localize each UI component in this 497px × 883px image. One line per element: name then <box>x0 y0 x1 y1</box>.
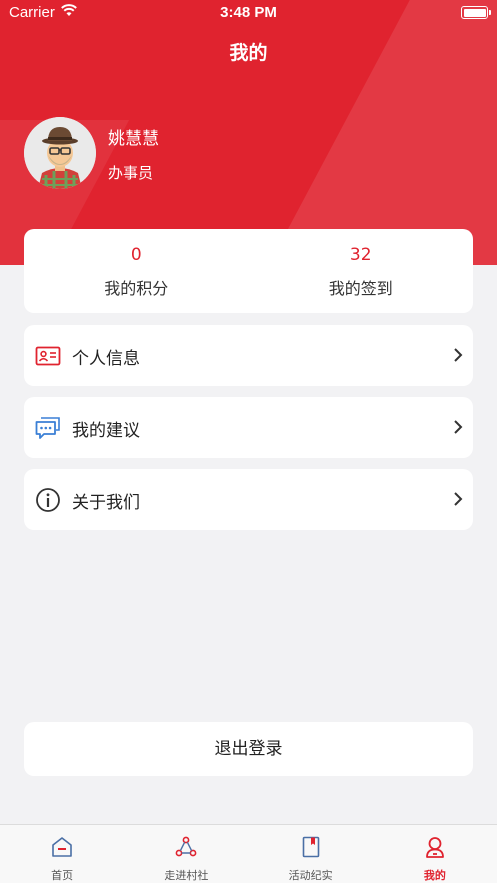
menu-item-my-suggestions[interactable]: 我的建议 <box>24 397 473 458</box>
tab-label: 我的 <box>423 869 446 882</box>
tab-bar: 首页 走进村社 活动纪实 我的 <box>0 824 497 883</box>
tab-mine[interactable]: 我的 <box>373 825 497 883</box>
chevron-right-icon <box>453 347 463 363</box>
checkin-stat[interactable]: 32 我的签到 <box>249 229 474 313</box>
checkin-value: 32 <box>349 245 372 265</box>
points-value: 0 <box>130 245 142 265</box>
info-circle-icon <box>35 487 61 513</box>
page-title: 我的 <box>229 42 268 64</box>
user-icon <box>423 835 447 859</box>
menu-label: 个人信息 <box>72 349 140 369</box>
checkin-label: 我的签到 <box>328 279 393 298</box>
id-card-icon <box>35 343 61 369</box>
community-icon <box>174 835 198 859</box>
stats-card: 0 我的积分 32 我的签到 <box>24 229 473 313</box>
tab-label: 走进村社 <box>164 869 209 882</box>
avatar[interactable] <box>24 117 96 189</box>
home-icon <box>50 835 74 859</box>
user-role: 办事员 <box>108 164 154 182</box>
chevron-right-icon <box>453 419 463 435</box>
status-time: 3:48 PM <box>220 4 277 21</box>
menu-label: 我的建议 <box>72 421 140 441</box>
tab-label: 首页 <box>51 869 74 882</box>
chevron-right-icon <box>453 491 463 507</box>
user-name: 姚慧慧 <box>108 129 159 149</box>
logout-button[interactable]: 退出登录 <box>24 722 473 776</box>
tab-community[interactable]: 走进村社 <box>124 825 248 883</box>
menu-item-about-us[interactable]: 关于我们 <box>24 469 473 530</box>
battery-icon <box>461 6 491 19</box>
points-label: 我的积分 <box>104 279 169 298</box>
tab-home[interactable]: 首页 <box>0 825 124 883</box>
status-bar: Carrier 3:48 PM <box>0 0 497 26</box>
chat-bubble-icon <box>35 415 61 441</box>
points-stat[interactable]: 0 我的积分 <box>24 229 249 313</box>
tab-label: 活动纪实 <box>288 869 333 882</box>
tab-activities[interactable]: 活动纪实 <box>249 825 373 883</box>
menu-label: 关于我们 <box>72 493 140 513</box>
bookmark-book-icon <box>299 835 323 859</box>
menu-item-personal-info[interactable]: 个人信息 <box>24 325 473 386</box>
